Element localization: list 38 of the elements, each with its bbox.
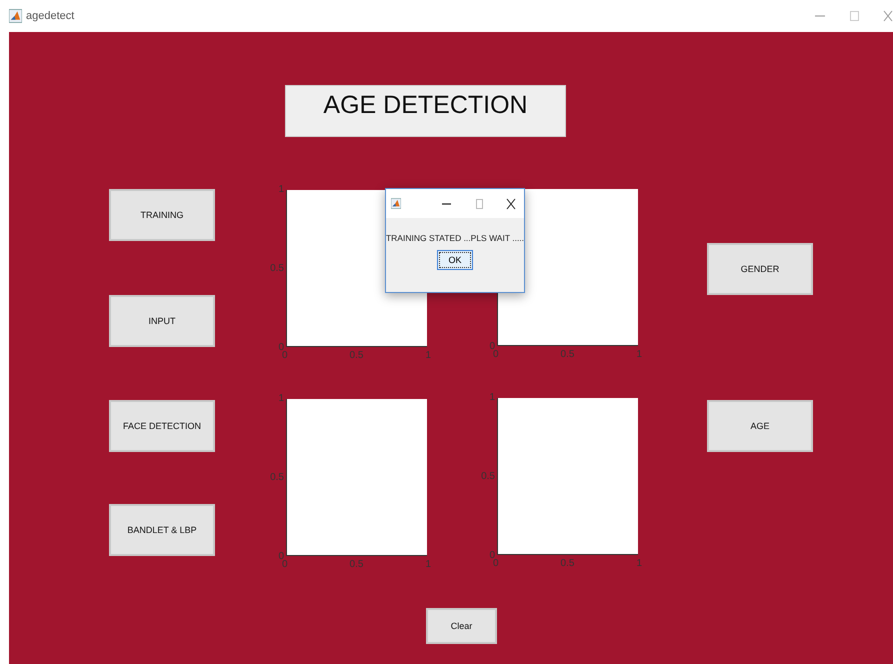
tick-label: 1 [636,558,642,570]
tick-label: 0.5 [270,472,284,484]
tick-label: 1 [278,184,284,196]
maximize-icon[interactable] [474,198,484,210]
action-button[interactable]: FACE DETECTION [109,400,215,452]
tick-label: 0 [278,551,284,562]
tick-label: 1 [489,392,495,404]
tick-label: 1 [278,393,284,405]
app-icon [391,197,401,210]
tick-label: 0.5 [560,558,574,570]
tick-label: 1 [425,559,431,571]
action-button[interactable]: Clear [426,608,497,644]
tick-label: 1 [425,350,431,362]
action-button[interactable]: AGE [707,400,813,452]
tick-label: 0.5 [270,263,284,275]
window-title: agedetect [26,10,74,22]
tick-label: 0.5 [350,350,364,362]
tick-label: 1 [636,349,642,361]
app-icon [9,9,22,23]
action-button[interactable]: TRAINING [109,189,215,241]
tick-label: 0 [489,550,495,561]
action-button[interactable]: GENDER [707,243,813,295]
tick-label: 0 [282,350,288,362]
tick-label: 0 [493,349,499,361]
tick-label: 0.5 [481,471,495,483]
tick-label: 0 [278,342,284,353]
tick-label: 0 [489,341,495,352]
action-button[interactable]: BANDLET & LBP [109,504,215,556]
tick-label: 0 [282,559,288,571]
maximize-icon[interactable] [849,10,859,22]
ok-button[interactable]: OK [437,250,473,270]
tick-label: 0.5 [560,349,574,361]
dialog-message: TRAINING STATED ...PLS WAIT ..... [386,233,524,243]
close-icon[interactable] [506,198,516,210]
app-heading: AGE DETECTION [285,85,566,137]
tick-label: 0.5 [350,559,364,571]
action-button[interactable]: INPUT [109,295,215,347]
tick-label: 0 [493,558,499,570]
